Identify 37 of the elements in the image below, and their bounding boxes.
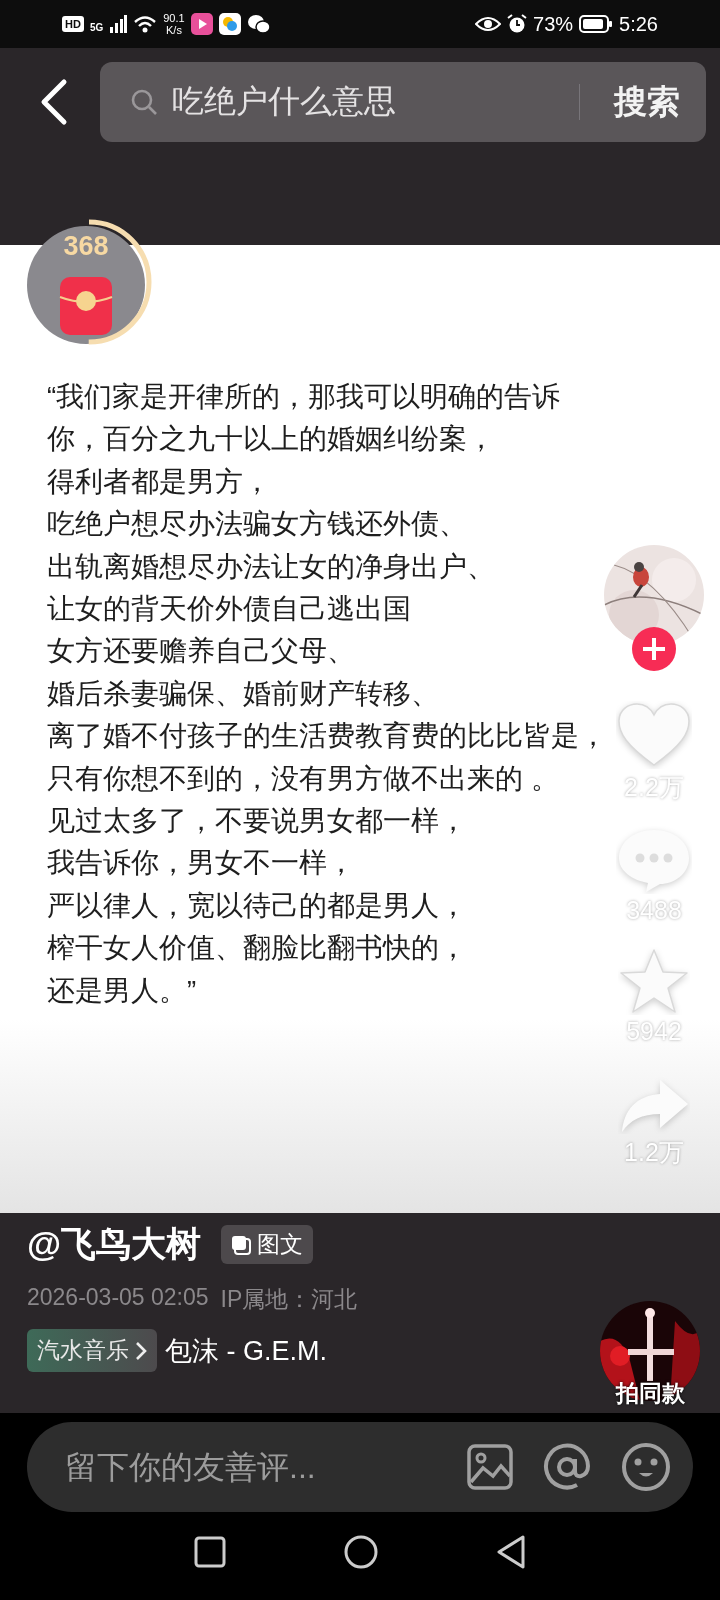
post-text: “我们家是开律所的，那我可以明确的告诉 你，百分之九十以上的婚姻纠纷案， 得利者都是男方， 吃绝户想尽办法骗女方钱还外债、 出轨离婚想尽办法让女的净身出户、 让女的背天价外债自己逃出国 女方还要赡养自己父母、 婚后杀妻骗保、婚前财产转移、 离了婚不付孩子的生活费教育费的比比皆是， 只有你想不到的，没有男方做不出来的 。 见过太多了，不要说男女都一样， 我告诉你，男女不一样， 严以律人，宽以待己的都是男人， 榨干女人价值、翻脸比翻书快的， 还是男人。” xyxy=(47,380,607,1008)
image-icon[interactable] xyxy=(467,1444,513,1490)
at-mention-icon[interactable] xyxy=(543,1443,591,1491)
battery-icon xyxy=(579,15,614,33)
comment-field[interactable]: 留下你的友善评... xyxy=(63,1447,437,1487)
recents-button-icon[interactable] xyxy=(194,1536,226,1568)
speed-unit: K/s xyxy=(165,24,183,36)
video-app-icon xyxy=(190,13,213,35)
chevron-icon xyxy=(135,1340,147,1361)
home-button-icon[interactable] xyxy=(344,1535,378,1569)
star-icon[interactable] xyxy=(618,947,690,1015)
post-date: 2026-03-05 02:05 xyxy=(27,1284,209,1312)
hd-label: HD xyxy=(62,16,84,32)
clock-time: 5:26 xyxy=(619,12,658,36)
network-label: 5G xyxy=(89,22,104,33)
alarm-icon xyxy=(507,14,528,34)
music-app-tag[interactable]: 汽水音乐 xyxy=(27,1329,157,1372)
speed-value: 90.1 xyxy=(163,12,185,24)
search-field[interactable]: 吃绝户什么意思 搜索 xyxy=(100,62,706,142)
wifi-icon xyxy=(133,15,158,33)
same-style-label[interactable]: 拍同款 xyxy=(596,1378,704,1409)
search-button[interactable]: 搜索 xyxy=(594,79,680,125)
emoji-icon[interactable] xyxy=(621,1442,671,1492)
reward-count: 368 xyxy=(62,231,110,262)
eye-icon xyxy=(475,15,502,33)
app-icon xyxy=(218,13,241,35)
search-icon xyxy=(130,88,158,116)
image-text-icon xyxy=(231,1234,252,1255)
post-type-tag: 图文 xyxy=(221,1225,314,1264)
song-title[interactable]: 包沫 - G.E.M. xyxy=(165,1332,327,1369)
signal-icon xyxy=(109,15,128,33)
author-name[interactable]: @飞鸟大树 xyxy=(27,1221,202,1268)
ip-location: IP属地：河北 xyxy=(220,1285,358,1314)
battery-percent: 73% xyxy=(533,12,574,36)
follow-plus-icon[interactable] xyxy=(632,627,676,671)
back-button-icon[interactable] xyxy=(496,1535,526,1569)
chat-app-icon xyxy=(246,13,271,35)
